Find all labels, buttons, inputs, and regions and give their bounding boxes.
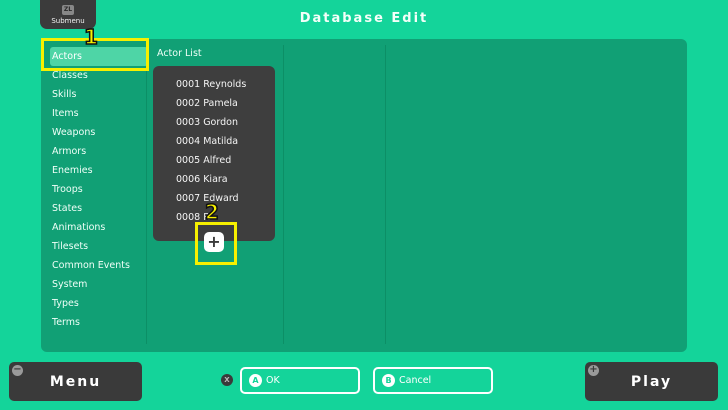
category-item-troops[interactable]: Troops bbox=[50, 180, 148, 199]
actor-row[interactable]: 0005 Alfred bbox=[153, 151, 275, 170]
database-panel: Actors Classes Skills Items Weapons Armo… bbox=[41, 39, 687, 352]
category-item-armors[interactable]: Armors bbox=[50, 142, 148, 161]
category-item-enemies[interactable]: Enemies bbox=[50, 161, 148, 180]
minus-icon: − bbox=[12, 364, 23, 376]
category-item-terms[interactable]: Terms bbox=[50, 313, 148, 332]
play-button[interactable]: + Play bbox=[585, 362, 718, 401]
category-item-skills[interactable]: Skills bbox=[50, 85, 148, 104]
actor-row[interactable]: 0004 Matilda bbox=[153, 132, 275, 151]
a-button-icon: A bbox=[249, 374, 262, 387]
category-item-items[interactable]: Items bbox=[50, 104, 148, 123]
menu-button[interactable]: − Menu bbox=[9, 362, 142, 401]
page-title: Database Edit bbox=[299, 11, 429, 26]
x-button-icon: X bbox=[221, 374, 233, 386]
b-button-icon: B bbox=[382, 374, 395, 387]
cancel-button[interactable]: B Cancel bbox=[373, 367, 493, 394]
category-item-states[interactable]: States bbox=[50, 199, 148, 218]
category-item-system[interactable]: System bbox=[50, 275, 148, 294]
actor-row[interactable]: 0001 Reynolds bbox=[153, 75, 275, 94]
callout-number-2: 2 bbox=[204, 199, 219, 225]
callout-number-1: 1 bbox=[83, 24, 98, 50]
actor-list-heading: Actor List bbox=[157, 48, 202, 59]
menu-button-label: Menu bbox=[49, 373, 102, 390]
actor-row[interactable]: 0003 Gordon bbox=[153, 113, 275, 132]
play-button-label: Play bbox=[630, 373, 673, 390]
category-item-animations[interactable]: Animations bbox=[50, 218, 148, 237]
plus-icon: + bbox=[588, 364, 599, 376]
highlight-box-add bbox=[195, 222, 237, 265]
category-item-tilesets[interactable]: Tilesets bbox=[50, 237, 148, 256]
actor-row[interactable]: 0006 Kiara bbox=[153, 170, 275, 189]
ok-button[interactable]: A OK bbox=[240, 367, 360, 394]
category-item-weapons[interactable]: Weapons bbox=[50, 123, 148, 142]
category-item-common-events[interactable]: Common Events bbox=[50, 256, 148, 275]
divider bbox=[385, 45, 386, 344]
divider bbox=[283, 45, 284, 344]
actor-row[interactable]: 0002 Pamela bbox=[153, 94, 275, 113]
ok-button-label: OK bbox=[266, 375, 280, 386]
category-item-types[interactable]: Types bbox=[50, 294, 148, 313]
category-list: Actors Classes Skills Items Weapons Armo… bbox=[50, 47, 148, 332]
cancel-button-label: Cancel bbox=[399, 375, 432, 386]
